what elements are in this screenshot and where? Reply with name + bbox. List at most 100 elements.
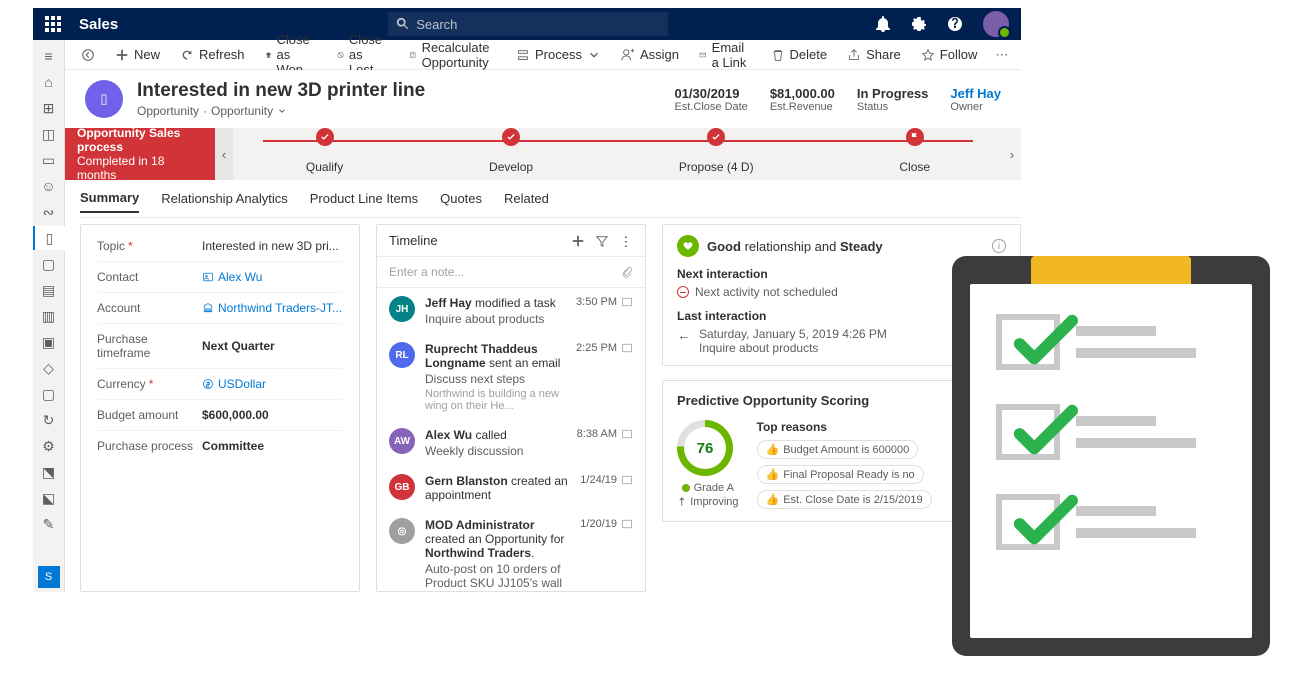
field-value-topic[interactable]: Interested in new 3D pri... (202, 239, 343, 253)
rail-grid-icon[interactable]: ⊞ (33, 96, 65, 120)
bpf-next-button[interactable]: › (1003, 128, 1021, 180)
rail-area-switcher[interactable]: S (38, 566, 60, 588)
est-revenue-label: Est.Revenue (770, 101, 835, 113)
user-avatar[interactable] (983, 11, 1009, 37)
flag-icon (906, 128, 924, 146)
scoring-title: Predictive Opportunity Scoring (677, 393, 869, 408)
rail-clipboard-icon[interactable]: ◫ (33, 122, 65, 146)
reason-pill: 👍Budget Amount is 600000 (757, 440, 919, 459)
chevron-down-icon (277, 106, 287, 116)
record-header: ▯ Interested in new 3D printer line Oppo… (65, 70, 1021, 128)
account-icon (202, 302, 214, 314)
relationship-health-icon (677, 235, 699, 257)
record-entity-icon: ▯ (85, 80, 123, 118)
timeline-item[interactable]: ◎MOD Administrator created an Opportunit… (377, 510, 645, 598)
bpf-stage-close[interactable]: Close (899, 128, 930, 174)
overflow-button[interactable]: ⋯ (989, 47, 1016, 63)
tab-related[interactable]: Related (504, 191, 549, 212)
currency-icon (202, 378, 214, 390)
refresh-button[interactable]: Refresh (172, 41, 253, 69)
timeline-item[interactable]: JHJeff Hay modified a taskInquire about … (377, 288, 645, 334)
bpf-connector (263, 140, 973, 142)
app-launcher-icon[interactable] (45, 16, 61, 32)
new-button[interactable]: New (107, 41, 168, 69)
rail-menu-icon[interactable]: ≡ (33, 44, 65, 68)
bpf-stage-develop[interactable]: Develop (489, 128, 533, 174)
close-as-won-button[interactable]: Close as Won (257, 41, 325, 69)
reason-pill: 👍Est. Close Date is 2/15/2019 (757, 490, 932, 509)
form-selector[interactable]: Opportunity (211, 104, 273, 118)
field-value-timeframe[interactable]: Next Quarter (202, 339, 343, 353)
field-value-account[interactable]: Northwind Traders-JT... (202, 301, 343, 315)
tab-product-line-items[interactable]: Product Line Items (310, 191, 418, 212)
rail-person-icon[interactable]: ☺ (33, 174, 65, 198)
timeline-item[interactable]: RLRuprecht Thaddeus Longname sent an ema… (377, 334, 645, 420)
field-value-budget[interactable]: $600,000.00 (202, 408, 343, 422)
gear-icon[interactable] (911, 16, 927, 32)
recalculate-button[interactable]: Recalculate Opportunity (401, 41, 504, 69)
bpf-prev-button[interactable]: ‹ (215, 128, 233, 180)
attachment-icon[interactable] (621, 266, 633, 278)
process-button[interactable]: Process (508, 41, 609, 69)
rail-analytics-icon[interactable]: ⬕ (33, 486, 65, 510)
app-title: Sales (79, 16, 118, 33)
timeline-note-input[interactable]: Enter a note... (377, 257, 645, 288)
bell-icon[interactable] (875, 16, 891, 32)
top-bar: Sales Search (33, 8, 1021, 40)
bpf-stage-qualify[interactable]: Qualify (306, 128, 343, 174)
field-label-account: Account (97, 301, 202, 315)
help-icon[interactable] (947, 16, 963, 32)
status-label: Status (857, 101, 929, 113)
score-value: 76 (684, 427, 726, 469)
field-value-currency[interactable]: USDollar (202, 377, 343, 391)
rail-item-4[interactable]: ▣ (33, 330, 65, 354)
reason-pill: 👍Final Proposal Ready is no (757, 465, 924, 484)
field-value-contact[interactable]: Alex Wu (202, 270, 343, 284)
rail-item-3[interactable]: ▥ (33, 304, 65, 328)
global-search-input[interactable]: Search (388, 12, 668, 36)
add-icon[interactable] (571, 234, 585, 248)
form-tabs: Summary Relationship Analytics Product L… (80, 186, 1021, 218)
check-icon (1008, 486, 1078, 556)
rail-item-6[interactable]: ▢ (33, 382, 65, 406)
rail-item-2[interactable]: ▤ (33, 278, 65, 302)
follow-button[interactable]: Follow (913, 41, 986, 69)
rail-chart-icon[interactable]: ⬔ (33, 460, 65, 484)
timeline-avatar: JH (389, 296, 415, 322)
command-bar: New Refresh Close as Won Close as Lost R… (65, 40, 1021, 70)
assign-button[interactable]: Assign (613, 41, 687, 69)
timeline-avatar: ◎ (389, 518, 415, 544)
score-trend: Improving (690, 496, 738, 508)
share-button[interactable]: Share (839, 41, 909, 69)
rail-link-icon[interactable]: ∾ (33, 200, 65, 224)
rail-opportunity-icon[interactable]: ▯ (33, 226, 65, 250)
field-label-budget: Budget amount (97, 408, 202, 422)
close-as-lost-button[interactable]: Close as Lost (329, 41, 397, 69)
est-revenue-value: $81,000.00 (770, 86, 835, 101)
rail-home-icon[interactable]: ⌂ (33, 70, 65, 94)
back-button[interactable] (73, 41, 103, 69)
email-link-button[interactable]: Email a Link (691, 41, 759, 69)
rail-note-icon[interactable]: ▭ (33, 148, 65, 172)
rail-item-1[interactable]: ▢ (33, 252, 65, 276)
bpf-header[interactable]: Opportunity Sales process Completed in 1… (65, 128, 215, 180)
owner-value[interactable]: Jeff Hay (950, 86, 1001, 101)
rail-wrench-icon[interactable]: ✎ (33, 512, 65, 536)
info-icon[interactable]: i (992, 239, 1006, 253)
tab-relationship-analytics[interactable]: Relationship Analytics (161, 191, 287, 212)
warning-icon (677, 286, 689, 298)
filter-icon[interactable] (595, 234, 609, 248)
tab-summary[interactable]: Summary (80, 190, 139, 213)
more-icon[interactable]: ⋮ (619, 234, 633, 248)
field-value-process[interactable]: Committee (202, 439, 343, 453)
timeline-item[interactable]: AWAlex Wu calledWeekly discussion8:38 AM (377, 420, 645, 466)
bpf-stage-propose[interactable]: Propose (4 D) (679, 128, 754, 174)
timeline-item[interactable]: GBGern Blanston created an appointment1/… (377, 466, 645, 510)
delete-button[interactable]: Delete (763, 41, 836, 69)
rail-item-5[interactable]: ◇ (33, 356, 65, 380)
tab-quotes[interactable]: Quotes (440, 191, 482, 212)
rail-item-7[interactable]: ↻ (33, 408, 65, 432)
rail-settings-icon[interactable]: ⚙ (33, 434, 65, 458)
score-grade: Grade A (694, 482, 734, 494)
contact-icon (202, 271, 214, 283)
